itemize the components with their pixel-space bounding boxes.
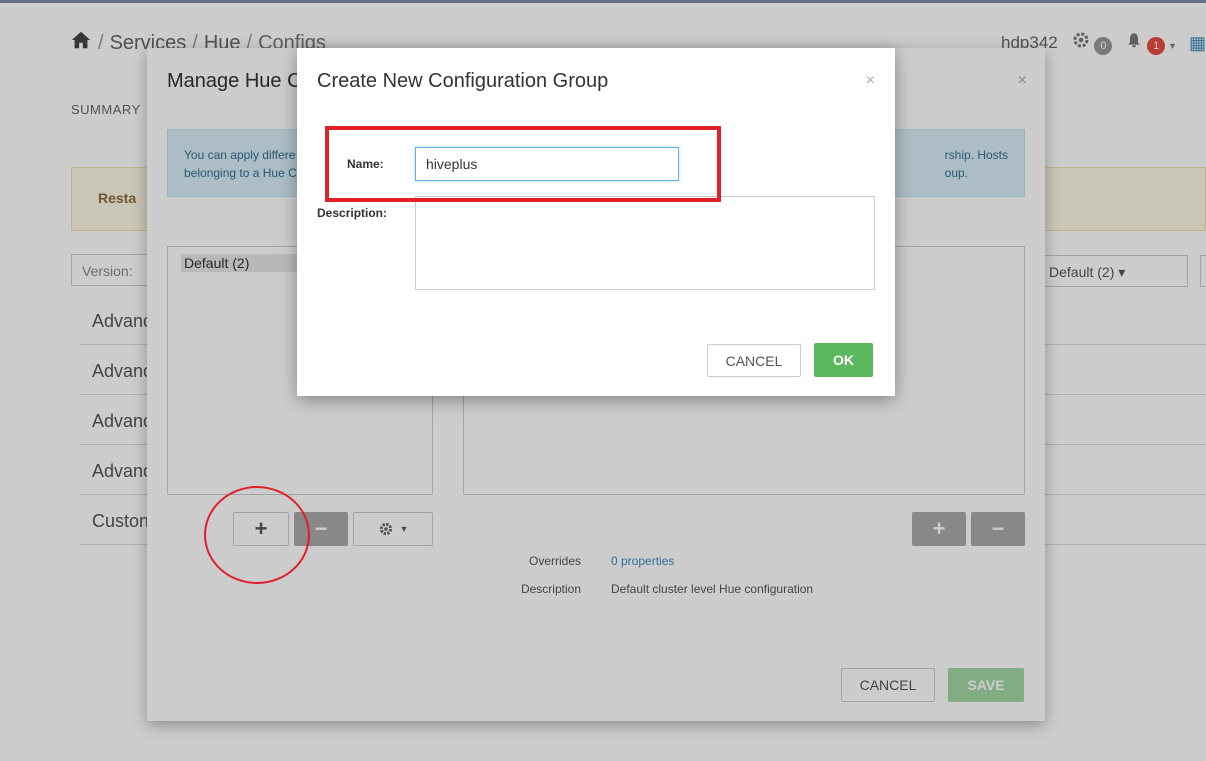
cancel-button[interactable]: CANCEL [707, 344, 801, 377]
highlight-circle [204, 486, 310, 584]
description-field-label: Description: [317, 206, 388, 220]
highlight-rectangle [325, 126, 721, 202]
create-modal-title: Create New Configuration Group [317, 70, 609, 92]
close-icon[interactable]: × [866, 72, 875, 90]
description-field[interactable] [415, 196, 875, 290]
ok-button[interactable]: OK [814, 343, 873, 377]
create-config-group-modal: Create New Configuration Group × Name: D… [297, 48, 895, 396]
